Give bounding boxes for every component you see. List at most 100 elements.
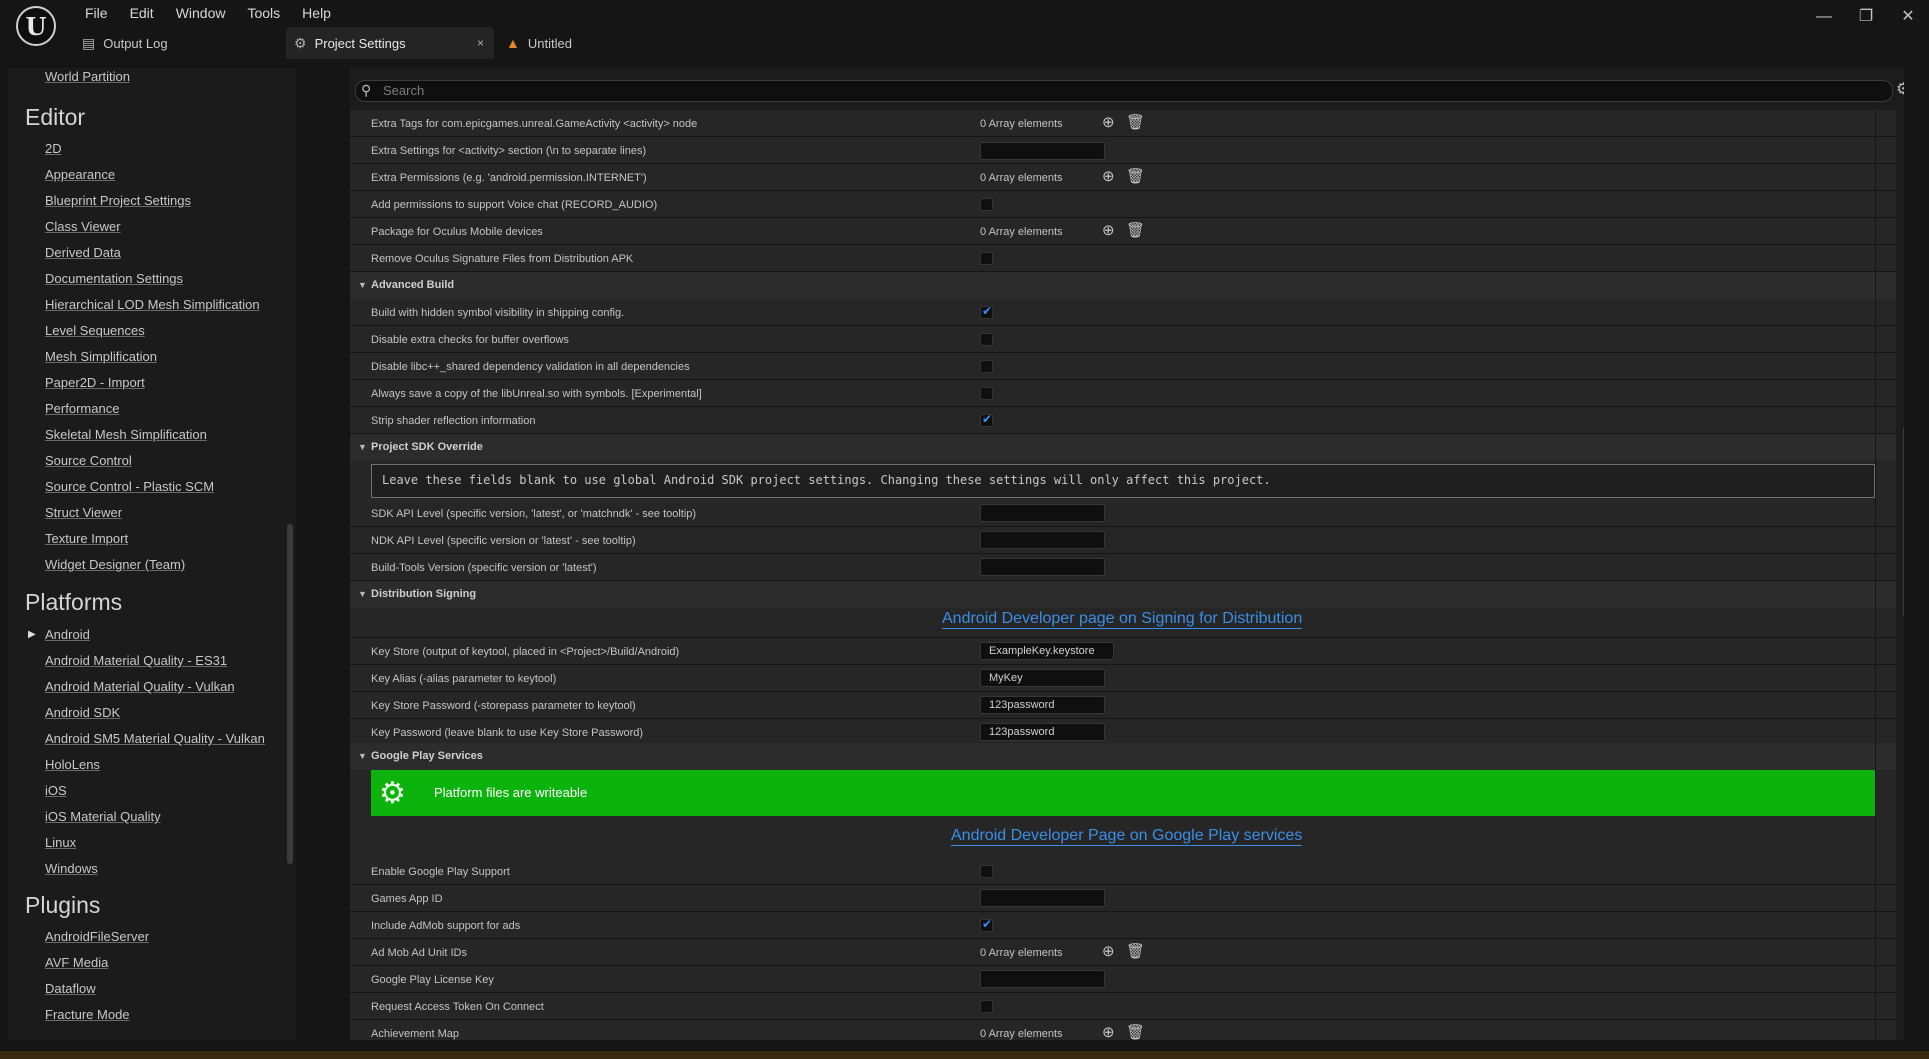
sidebar-item-texture-import[interactable]: Texture Import [45, 531, 128, 546]
property-label: Remove Oculus Signature Files from Distr… [371, 253, 634, 265]
games-app-id-input[interactable] [980, 889, 1105, 907]
search-input[interactable]: ⚲ Search [355, 80, 1893, 102]
tab-close-icon[interactable]: × [477, 36, 484, 50]
checkbox[interactable] [980, 917, 993, 932]
checkbox[interactable] [980, 1000, 993, 1013]
sidebar-item-widget-designer[interactable]: Widget Designer (Team) [45, 557, 185, 572]
sidebar-item-android-sdk[interactable]: Android SDK [45, 705, 120, 720]
category-google-play-services[interactable]: ▼ Google Play Services [350, 743, 1896, 770]
column-divider [1875, 110, 1876, 1040]
build-tools-input[interactable] [980, 558, 1105, 576]
sidebar-item-world-partition[interactable]: World Partition [45, 69, 130, 84]
property-label: NDK API Level (specific version or 'late… [371, 535, 636, 547]
checkbox[interactable] [980, 333, 993, 346]
ndk-api-input[interactable] [980, 531, 1105, 549]
tab-output-log[interactable]: ▤ Output Log [82, 27, 282, 59]
menu-help[interactable]: Help [291, 2, 342, 24]
sidebar-item-appearance[interactable]: Appearance [45, 167, 115, 182]
sidebar-item-paper2d-import[interactable]: Paper2D - Import [45, 375, 145, 390]
restore-icon[interactable]: ❐ [1845, 0, 1887, 34]
property-label: Build with hidden symbol visibility in s… [371, 307, 625, 319]
checkbox[interactable] [980, 198, 993, 211]
play-services-docs-link[interactable]: Android Developer Page on Google Play se… [951, 827, 1303, 846]
checkbox[interactable] [980, 304, 993, 319]
sidebar-item-windows[interactable]: Windows [45, 861, 98, 876]
gear-icon[interactable]: ⚙ [1896, 79, 1904, 99]
sidebar-item-skeletal-mesh-simplification[interactable]: Skeletal Mesh Simplification [45, 427, 207, 442]
sidebar-item-source-control-plastic[interactable]: Source Control - Plastic SCM [45, 479, 214, 494]
signing-docs-link[interactable]: Android Developer page on Signing for Di… [942, 610, 1303, 629]
sidebar-item-avf-media[interactable]: AVF Media [45, 955, 108, 970]
sidebar-item-performance[interactable]: Performance [45, 401, 119, 416]
taskbar-strip [0, 1051, 1929, 1059]
key-password-input[interactable]: 123password [980, 723, 1105, 741]
sidebar-item-ios[interactable]: iOS [45, 783, 67, 798]
menu-edit[interactable]: Edit [119, 2, 165, 24]
checkbox[interactable] [980, 387, 993, 400]
checkbox[interactable] [980, 252, 993, 265]
collapse-arrow-icon: ▼ [358, 442, 367, 452]
trash-icon[interactable]: 🗑 [1126, 1023, 1145, 1040]
sidebar-item-android-sm5-vulkan[interactable]: Android SM5 Material Quality - Vulkan [45, 731, 265, 746]
menu-tools[interactable]: Tools [236, 2, 291, 24]
sidebar-item-hlod-mesh-simplification[interactable]: Hierarchical LOD Mesh Simplification [45, 297, 260, 312]
sidebar-item-documentation-settings[interactable]: Documentation Settings [45, 271, 183, 286]
collapse-arrow-icon: ▼ [358, 589, 367, 599]
sidebar-item-level-sequences[interactable]: Level Sequences [45, 323, 145, 338]
category-distribution-signing[interactable]: ▼ Distribution Signing [350, 581, 1896, 608]
trash-icon[interactable]: 🗑 [1126, 221, 1145, 239]
sidebar-item-struct-viewer[interactable]: Struct Viewer [45, 505, 122, 520]
sidebar-item-linux[interactable]: Linux [45, 835, 76, 850]
sidebar-item-fracture-mode[interactable]: Fracture Mode [45, 1007, 130, 1022]
checkbox[interactable] [980, 412, 993, 427]
expand-arrow-icon[interactable]: ▶ [28, 629, 36, 640]
sdk-api-input[interactable] [980, 504, 1105, 522]
sidebar-item-hololens[interactable]: HoloLens [45, 757, 100, 772]
menu-file[interactable]: File [74, 2, 119, 24]
trash-icon[interactable]: 🗑 [1126, 167, 1145, 185]
sidebar-item-source-control[interactable]: Source Control [45, 453, 132, 468]
sidebar-scrollbar[interactable] [287, 524, 293, 864]
add-element-icon[interactable]: ⊕ [1102, 942, 1115, 960]
sidebar-item-dataflow[interactable]: Dataflow [45, 981, 96, 996]
tab-label: Untitled [527, 35, 572, 51]
sidebar-item-android-material-vulkan[interactable]: Android Material Quality - Vulkan [45, 679, 235, 694]
category-sdk-override[interactable]: ▼ Project SDK Override [350, 434, 1896, 461]
sidebar-item-blueprint-project-settings[interactable]: Blueprint Project Settings [45, 193, 191, 208]
trash-icon[interactable]: 🗑 [1126, 113, 1145, 131]
sidebar-item-android-material-es31[interactable]: Android Material Quality - ES31 [45, 653, 227, 668]
text-input[interactable] [980, 142, 1105, 160]
key-alias-input[interactable]: MyKey [980, 669, 1105, 687]
key-store-password-input[interactable]: 123password [980, 696, 1105, 714]
trash-icon[interactable]: 🗑 [1126, 942, 1145, 960]
unreal-logo-icon[interactable]: U [16, 6, 56, 46]
add-element-icon[interactable]: ⊕ [1102, 113, 1115, 131]
add-element-icon[interactable]: ⊕ [1102, 1023, 1115, 1040]
sidebar-item-android[interactable]: Android [45, 627, 90, 642]
checkbox[interactable] [980, 865, 993, 878]
property-label: Ad Mob Ad Unit IDs [371, 947, 467, 959]
property-label: Extra Tags for com.epicgames.unreal.Game… [371, 118, 698, 130]
sidebar-item-2d[interactable]: 2D [45, 141, 62, 156]
sidebar-item-class-viewer[interactable]: Class Viewer [45, 219, 121, 234]
minimize-icon[interactable]: — [1803, 0, 1845, 34]
sidebar-section-editor: Editor [25, 104, 86, 130]
property-label: Always save a copy of the libUnreal.so w… [371, 388, 702, 400]
tab-project-settings[interactable]: ⚙ Project Settings × [286, 27, 494, 59]
add-element-icon[interactable]: ⊕ [1102, 167, 1115, 185]
menu-window[interactable]: Window [165, 2, 237, 24]
sidebar-item-mesh-simplification[interactable]: Mesh Simplification [45, 349, 157, 364]
close-icon[interactable]: ✕ [1887, 0, 1929, 34]
add-element-icon[interactable]: ⊕ [1102, 221, 1115, 239]
sidebar-item-derived-data[interactable]: Derived Data [45, 245, 121, 260]
search-placeholder: Search [383, 83, 425, 98]
category-advanced-build[interactable]: ▼ Advanced Build [350, 272, 1896, 299]
tab-untitled[interactable]: ▲ Untitled [506, 27, 666, 59]
details-scrollbar[interactable] [1903, 426, 1904, 617]
sidebar-item-androidfileserver[interactable]: AndroidFileServer [45, 929, 149, 944]
checkbox[interactable] [980, 360, 993, 373]
property-label: Include AdMob support for ads [371, 920, 521, 932]
key-store-input[interactable]: ExampleKey.keystore [980, 642, 1114, 660]
sidebar-item-ios-material-quality[interactable]: iOS Material Quality [45, 809, 161, 824]
license-key-input[interactable] [980, 970, 1105, 988]
